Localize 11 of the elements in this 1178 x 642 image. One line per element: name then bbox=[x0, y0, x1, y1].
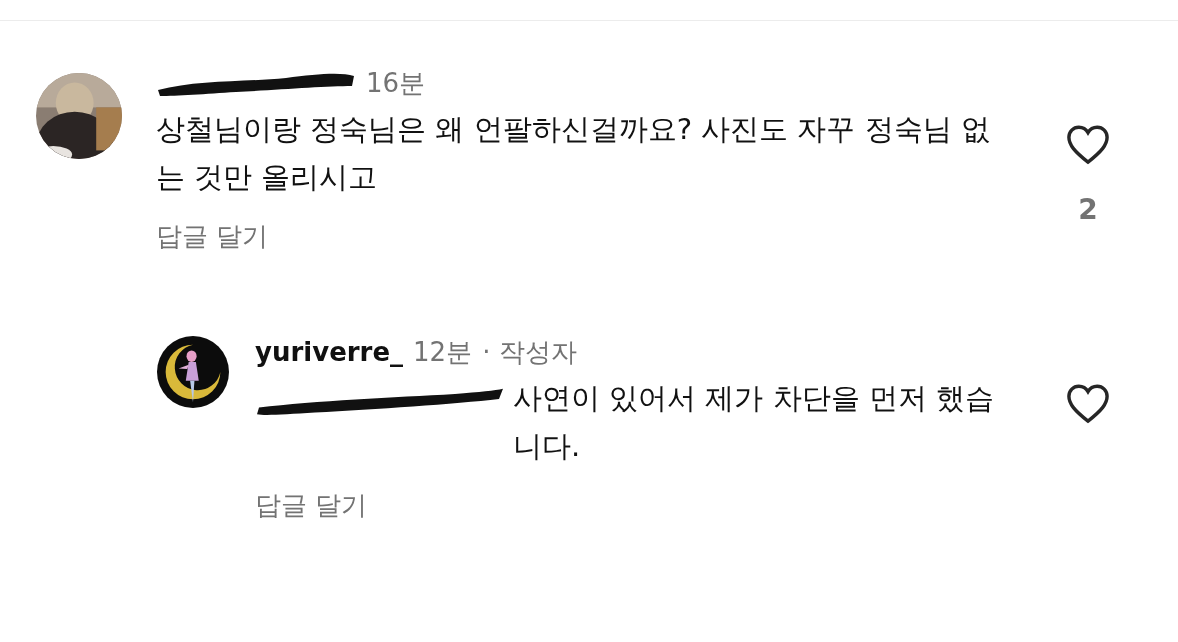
reply-link[interactable]: 답글 달기 bbox=[156, 219, 269, 254]
comment-text: 사연이 있어서 제가 차단을 먼저 했습니다. bbox=[513, 380, 995, 465]
comment-time: 16분 bbox=[366, 66, 426, 100]
like-count: 2 bbox=[1078, 193, 1098, 226]
comment-time: 12분 bbox=[413, 335, 473, 369]
author-label: · 작성자 bbox=[482, 335, 577, 369]
username[interactable]: yuriverre_ bbox=[255, 337, 404, 367]
heart-icon[interactable] bbox=[1065, 382, 1111, 424]
heart-icon[interactable] bbox=[1065, 123, 1111, 165]
reply-link[interactable]: 답글 달기 bbox=[255, 488, 368, 523]
comment-text: 상철님이랑 정숙님은 왜 언팔하신걸까요? 사진도 자꾸 정숙님 없는 것만 올리시고 bbox=[156, 111, 991, 196]
